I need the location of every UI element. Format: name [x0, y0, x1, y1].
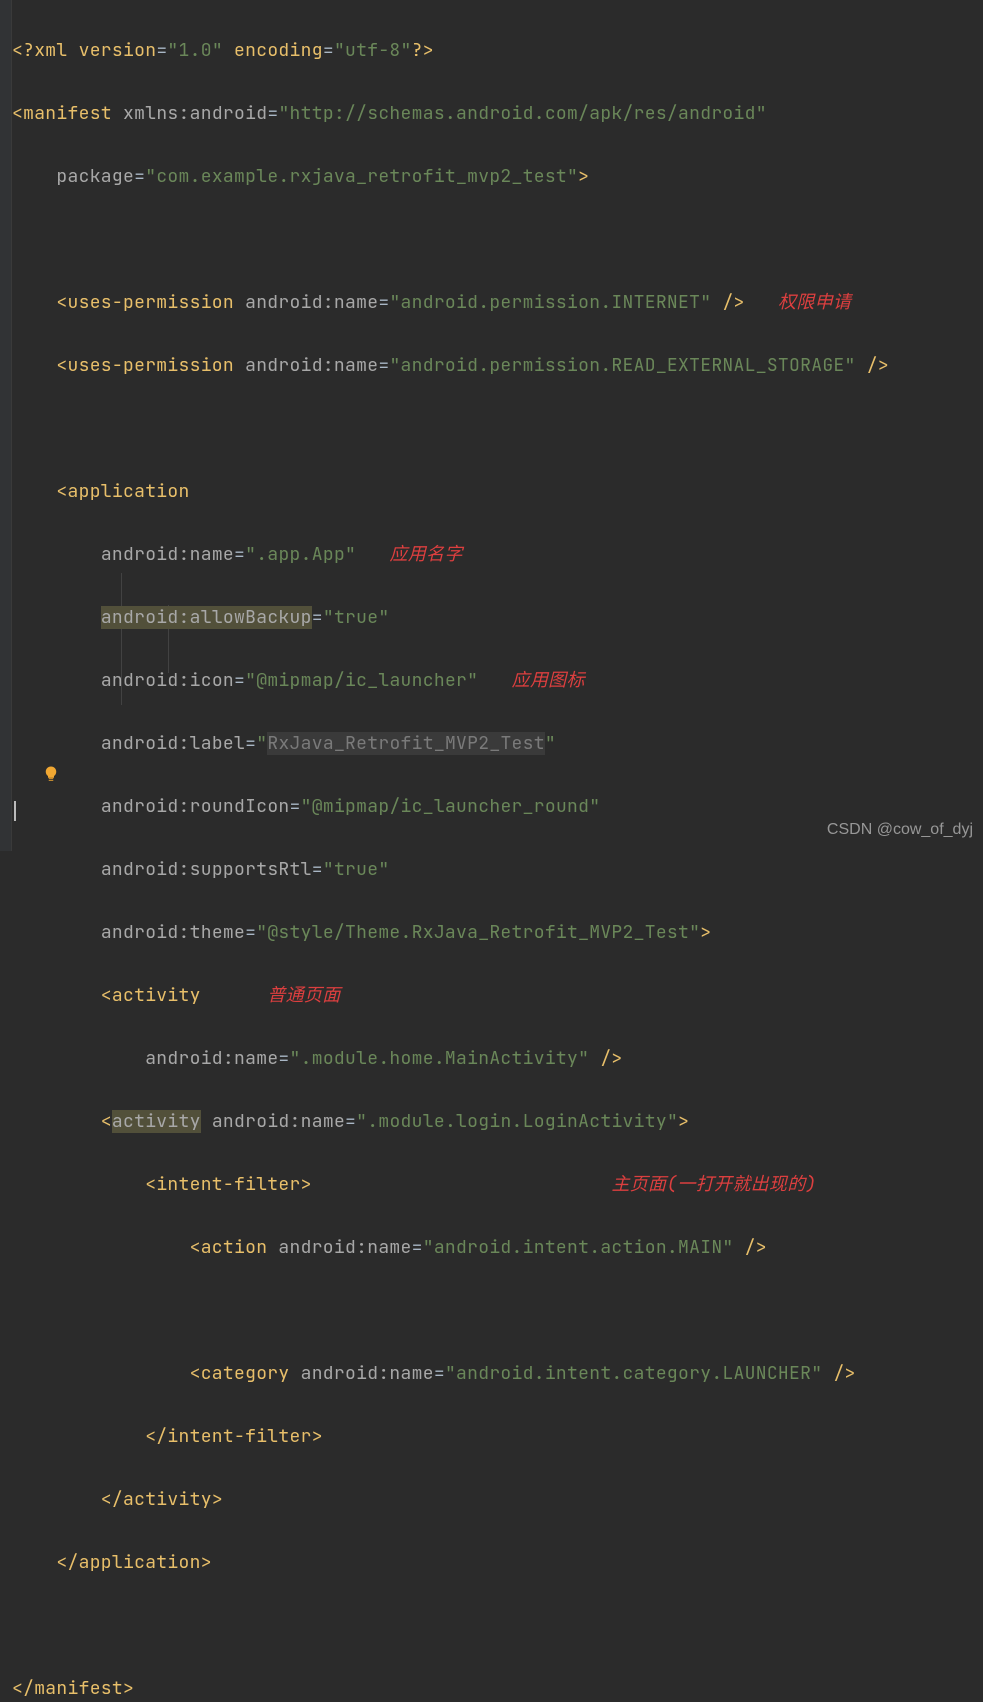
code-editor[interactable]: <?xml version="1.0" encoding="utf-8"?> <…	[12, 3, 889, 1702]
code-line: <uses-permission android:name="android.p…	[12, 350, 889, 382]
text-caret	[14, 801, 16, 821]
code-line: <?xml version="1.0" encoding="utf-8"?>	[12, 35, 889, 67]
watermark-text: CSDN @cow_of_dyj	[827, 814, 973, 846]
annotation-permission: 权限申请	[778, 291, 851, 314]
code-line: <activity 普通页面	[12, 980, 889, 1012]
code-line: </manifest>	[12, 1673, 889, 1702]
code-line: </intent-filter>	[12, 1421, 889, 1453]
code-line: android:name=".app.App" 应用名字	[12, 539, 889, 571]
code-line: </application>	[12, 1547, 889, 1579]
code-line: <intent-filter> 主页面(一打开就出现的)	[12, 1169, 889, 1201]
code-line: package="com.example.rxjava_retrofit_mvp…	[12, 161, 889, 193]
code-line: android:label="RxJava_Retrofit_MVP2_Test…	[12, 728, 889, 760]
code-line: <manifest xmlns:android="http://schemas.…	[12, 98, 889, 130]
code-line: <action android:name="android.intent.act…	[12, 1232, 889, 1264]
code-line: <activity android:name=".module.login.Lo…	[12, 1106, 889, 1138]
annotation-app-name: 应用名字	[389, 543, 462, 566]
annotation-normal-page: 普通页面	[267, 984, 340, 1007]
code-line: android:allowBackup="true"	[12, 602, 889, 634]
code-line: </activity>	[12, 1484, 889, 1516]
code-line: <uses-permission android:name="android.p…	[12, 287, 889, 319]
code-line: android:supportsRtl="true"	[12, 854, 889, 886]
code-line: <category android:name="android.intent.c…	[12, 1358, 889, 1390]
code-line: android:theme="@style/Theme.RxJava_Retro…	[12, 917, 889, 949]
code-line: android:roundIcon="@mipmap/ic_launcher_r…	[12, 791, 889, 823]
annotation-app-icon: 应用图标	[512, 669, 585, 692]
lightbulb-icon[interactable]	[42, 764, 60, 784]
code-line: android:icon="@mipmap/ic_launcher" 应用图标	[12, 665, 889, 697]
editor-gutter	[0, 0, 12, 851]
annotation-main-page: 主页面(一打开就出现的)	[611, 1173, 816, 1196]
code-line: <application	[12, 476, 889, 508]
code-line: android:name=".module.home.MainActivity"…	[12, 1043, 889, 1075]
